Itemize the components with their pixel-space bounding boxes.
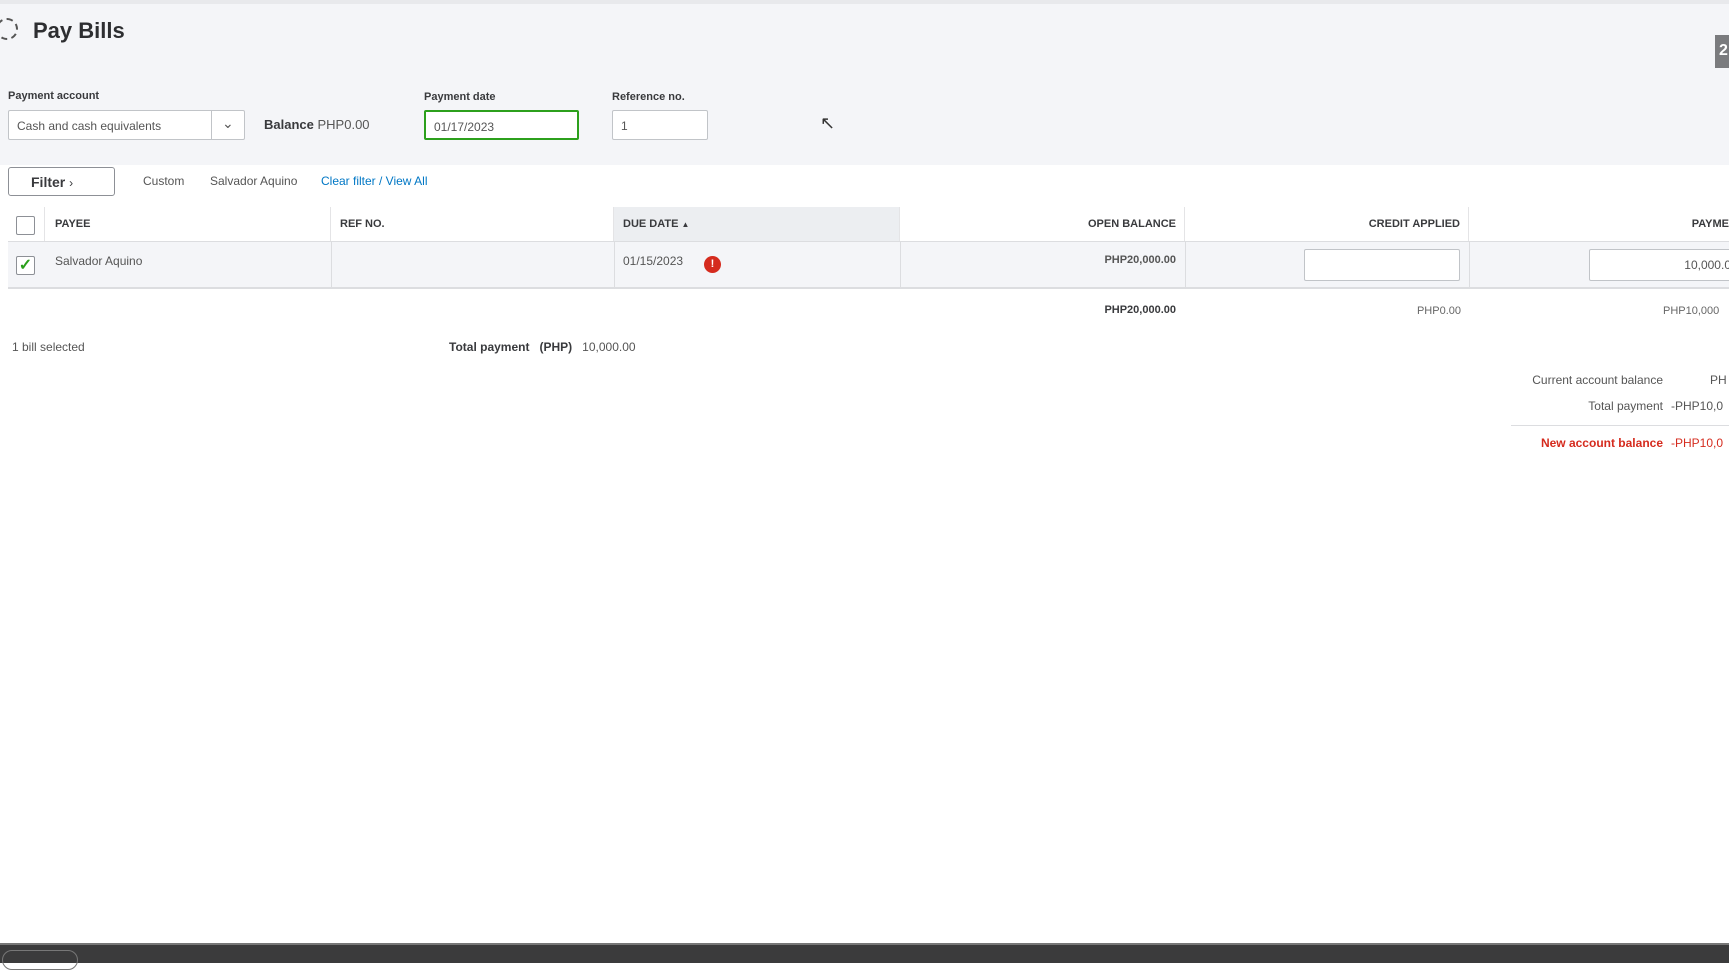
balance-label: Balance [264,117,314,132]
credit-applied-input[interactable] [1304,249,1460,281]
clear-filter-link[interactable]: Clear filter / View All [321,174,427,188]
current-balance-label: Current account balance [1532,373,1663,387]
bottom-action-bar [0,943,1729,963]
divider [1185,242,1186,288]
filter-chip-custom: Custom [143,174,185,188]
payment-date-input[interactable]: 01/17/2023 [424,110,579,140]
summary-total-value: -PHP10,0 [1671,399,1724,413]
total-payment-summary: Total payment (PHP) 10,000.00 [449,340,636,354]
page-title: Pay Bills [33,18,125,43]
column-ref-no[interactable]: REF NO. [331,207,614,241]
help-badge[interactable]: 2 [1715,35,1729,68]
due-date-label: DUE DATE [623,218,679,230]
column-payment[interactable]: PAYME [1469,207,1729,241]
total-open-balance: PHP20,000.00 [1104,304,1176,316]
summary-total-label: Total payment [1588,399,1663,413]
row-open-balance: PHP20,000.00 [1104,254,1176,266]
total-payment-column: PHP10,000 [1663,305,1720,317]
row-checkbox-checked[interactable]: ✓ [16,256,35,275]
cancel-button[interactable] [2,950,78,970]
payment-account-select[interactable]: Cash and cash equivalents [8,110,245,140]
column-due-date[interactable]: DUE DATE ▲ [614,207,900,241]
balance-value: PHP0.00 [317,117,370,132]
row-payee[interactable]: Salvador Aquino [55,254,142,268]
chevron-right-icon: › [69,176,74,190]
divider [1469,242,1470,288]
currency-label: (PHP) [539,340,573,354]
summary-divider [1511,425,1729,426]
filter-chip-payee: Salvador Aquino [210,174,298,188]
reference-label: Reference no. [612,91,685,103]
total-payment-label: Total payment [449,340,530,354]
select-divider [211,111,212,139]
payment-input[interactable]: 10,000.0 [1589,249,1729,281]
reference-input[interactable]: 1 [612,110,708,140]
select-all-checkbox[interactable] [16,216,35,235]
total-credit-applied: PHP0.00 [1416,305,1461,317]
new-balance-value: -PHP10,0 [1671,436,1724,450]
divider [614,242,615,288]
row-due-date: 01/15/2023 [623,254,684,268]
total-payment-value: 10,000.00 [582,340,636,354]
table-row[interactable] [8,241,1729,289]
filter-label: Filter [31,174,66,190]
divider [331,242,332,288]
mouse-cursor-icon: ↖ [820,113,836,133]
new-balance-label: New account balance [1540,436,1663,450]
payment-date-label: Payment date [424,91,496,103]
balance-display: Balance PHP0.00 [264,117,370,132]
current-balance-value: PH [1710,373,1727,387]
filter-button[interactable]: Filter › [8,167,115,196]
bills-selected-count: 1 bill selected [12,340,85,354]
payment-account-value: Cash and cash equivalents [17,119,162,133]
column-open-balance[interactable]: OPEN BALANCE [900,207,1185,241]
overdue-alert-icon[interactable]: ! [704,256,721,273]
chevron-down-icon[interactable]: ⌄ [222,115,234,132]
payment-account-label: Payment account [8,90,100,102]
column-payee[interactable]: PAYEE [45,207,331,241]
page-header [0,0,1729,165]
column-credit-applied[interactable]: CREDIT APPLIED [1185,207,1469,241]
select-all-cell [8,207,45,241]
sort-ascending-icon: ▲ [681,220,690,229]
